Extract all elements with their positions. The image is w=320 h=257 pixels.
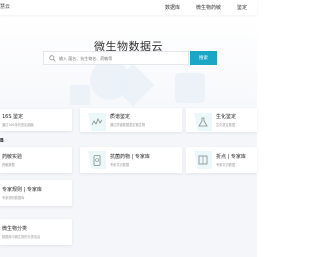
nav-item-database[interactable]: 数据库 <box>165 4 180 11</box>
card-title: 质谱鉴定 <box>110 114 131 120</box>
search-button[interactable]: 搜索 <box>190 51 217 65</box>
spectrum-icon <box>88 113 106 131</box>
section-label: B <box>0 138 4 144</box>
card-desc: 专家规则数据库 <box>2 196 25 200</box>
flask-icon <box>194 113 212 131</box>
card-desc: 通过质谱数据鉴定微生物 <box>110 123 146 127</box>
card-desc: 专家共识数据 <box>216 163 236 167</box>
search-icon <box>47 53 57 63</box>
card-mass-spec[interactable]: 质谱鉴定 通过质谱数据鉴定微生物 <box>80 108 182 132</box>
card-desc: 专家共识数据 <box>110 163 130 167</box>
book-icon <box>194 151 212 169</box>
card-title: 生化鉴定 <box>216 114 237 120</box>
card-title: 16S 鉴定 <box>2 114 24 120</box>
card-title: 药敏实验 <box>2 154 23 160</box>
card-desc: 通过16S序列鉴定细菌 <box>2 123 34 127</box>
card-taxonomy[interactable]: 微生物分类 数据库中微生物的分类信息 <box>0 219 72 245</box>
phone-icon <box>88 151 106 169</box>
card-breakpoint[interactable]: 折点 | 专家库 专家共识数据 <box>186 147 257 173</box>
card-desc: 生化鉴定数据 <box>216 123 236 127</box>
decorative-square <box>70 85 90 105</box>
card-title: 折点 | 专家库 <box>216 154 246 160</box>
card-biochem[interactable]: 生化鉴定 生化鉴定数据 <box>186 108 257 132</box>
decorative-block <box>175 73 205 103</box>
card-susceptibility[interactable]: 药敏实验 药敏数据 <box>0 147 72 173</box>
top-bar: 慧云 数据库 微生物药敏 鉴定 <box>0 0 257 15</box>
nav-item-identification[interactable]: 鉴定 <box>237 4 247 11</box>
card-antibiotics[interactable]: 抗菌药物 | 专家库 专家共识数据 <box>80 147 182 173</box>
card-16s[interactable]: 16S 鉴定 通过16S序列鉴定细菌 <box>0 109 72 131</box>
card-title: 微生物分类 <box>2 226 28 232</box>
card-desc: 药敏数据 <box>2 163 15 167</box>
card-expert-rules[interactable]: 专家规则 | 专家库 专家规则数据库 <box>0 180 72 206</box>
top-nav: 数据库 微生物药敏 鉴定 <box>165 4 247 11</box>
brand-logo[interactable]: 慧云 <box>0 3 10 10</box>
card-title: 专家规则 | 专家库 <box>2 187 42 193</box>
search-box <box>43 51 189 65</box>
search-input[interactable] <box>59 55 179 61</box>
nav-item-susceptibility[interactable]: 微生物药敏 <box>196 4 221 11</box>
card-title: 抗菌药物 | 专家库 <box>110 154 150 160</box>
card-desc: 数据库中微生物的分类信息 <box>2 235 41 239</box>
